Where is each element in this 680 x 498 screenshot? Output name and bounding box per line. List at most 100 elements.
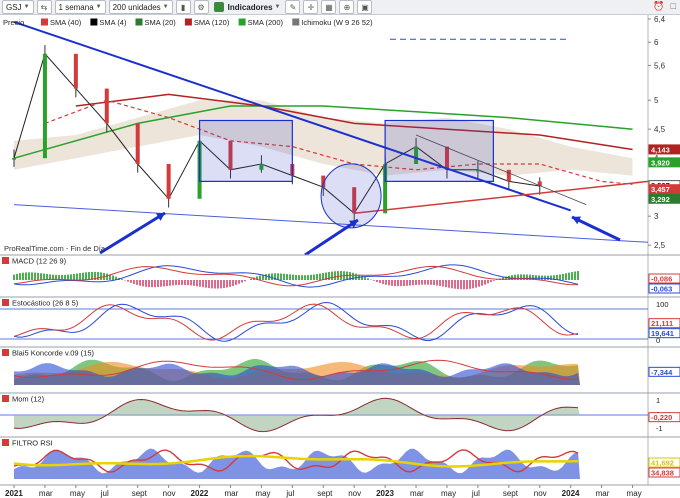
x-tick-label: 2022 [191, 489, 209, 498]
x-tick-label: sept [132, 489, 148, 498]
value-tag-label: 3,292 [651, 195, 670, 204]
symbol-label: GSJ [6, 2, 22, 12]
panel-title: FILTRO RSI [12, 439, 53, 448]
panel-icon [2, 257, 9, 264]
panel-bg [0, 297, 680, 347]
alarm-icon[interactable]: ⏰ [653, 1, 664, 12]
legend-item: SMA (4) [99, 18, 127, 27]
panel-value-label: -0,086 [651, 275, 672, 284]
chevron-down-icon: ▼ [23, 4, 30, 10]
legend-swatch [238, 18, 246, 26]
panel-title: MACD (12 26 9) [12, 257, 67, 266]
panel-icon [2, 395, 9, 402]
panel-value-label: -0,220 [651, 413, 672, 422]
momentum-panel: 10-1Mom (12)-0,220 [0, 392, 680, 437]
maximize-icon[interactable]: □ [671, 1, 676, 12]
candle-body [42, 53, 47, 159]
mom-tick-label: 1 [656, 396, 660, 405]
stoch-tick-label: 100 [656, 300, 669, 309]
x-tick-label: mar [596, 489, 610, 498]
chart-area[interactable]: 6,465,654,543,532,5PrecioSMA (40)SMA (4)… [0, 15, 680, 498]
candle-body [104, 88, 109, 124]
crosshair-icon[interactable]: ✛ [303, 0, 319, 14]
panel-title: Mom (12) [12, 395, 45, 404]
x-tick-label: nov [348, 489, 361, 498]
indicators-button[interactable]: Indicadores ▼ [212, 1, 283, 13]
zoom-icon[interactable]: ⊕ [339, 0, 355, 14]
legend-swatch [90, 18, 98, 26]
value-tag-label: 3,457 [651, 185, 670, 194]
panel-icon [2, 349, 9, 356]
x-tick-label: may [627, 489, 642, 498]
legend-swatch [41, 18, 48, 26]
toolbar: GSJ ▼ ⇆ 1 semana ▼ 200 unidades ▼ ▮ ⚙ Indic… [0, 0, 680, 15]
settings-icon[interactable]: ⚙ [193, 0, 209, 14]
legend-swatch [292, 18, 300, 26]
legend-swatch [135, 18, 143, 26]
x-tick-label: may [70, 489, 85, 498]
x-tick-label: 2023 [376, 489, 394, 498]
x-tick-label: mar [224, 489, 238, 498]
panel-value-label: 19,641 [651, 329, 674, 338]
stochastic-panel: 100500Estocástico (26 8 5)21,11119,641 [0, 296, 680, 347]
watermark: ProRealTime.com - Fin de Día [4, 244, 106, 253]
x-tick-label: jul [471, 489, 480, 498]
units-label: 200 unidades [112, 2, 161, 12]
panel-value-label: 41,692 [651, 459, 674, 468]
panel-value-label: -0,063 [651, 285, 672, 294]
x-tick-label: nov [534, 489, 547, 498]
x-tick-label: 2021 [5, 489, 23, 498]
x-tick-label: sept [317, 489, 333, 498]
candlestick-icon[interactable]: ▮ [175, 0, 191, 14]
x-tick-label: nov [163, 489, 176, 498]
y-tick-label: 5 [654, 96, 659, 105]
y-tick-label: 5,6 [654, 61, 666, 70]
compare-icon[interactable]: ⇆ [36, 0, 52, 14]
value-tag-label: 4,143 [651, 145, 670, 154]
value-tag-label: 3,920 [651, 158, 670, 167]
legend-item: SMA (40) [50, 18, 82, 27]
timeframe-select[interactable]: 1 semana ▼ [54, 0, 106, 14]
panel-value-label: -7,344 [651, 368, 673, 377]
bottom-circle [320, 163, 382, 229]
chevron-down-icon: ▼ [95, 4, 102, 10]
candle-body [135, 123, 140, 164]
rsi-filter-panel: FILTRO RSI 41,69234,838 [0, 436, 680, 485]
candle-body [12, 158, 16, 160]
panel-value-label: 21,111 [651, 319, 673, 328]
timeframe-label: 1 semana [58, 2, 94, 12]
y-tick-label: 2,5 [654, 241, 666, 250]
x-tick-label: may [255, 489, 270, 498]
x-tick-label: mar [39, 489, 53, 498]
legend-item: SMA (120) [194, 18, 230, 27]
koncorde-panel: Blai5 Koncorde v.09 (15) -7,344 [0, 346, 680, 393]
x-tick-label: sept [503, 489, 519, 498]
legend-price: Precio [3, 18, 24, 27]
units-select[interactable]: 200 unidades ▼ [108, 0, 173, 14]
candle-body [506, 169, 511, 182]
indicators-label: Indicadores [227, 2, 273, 12]
layout-icon[interactable]: ▦ [321, 0, 337, 14]
price-panel: 6,465,654,543,532,5PrecioSMA (40)SMA (4)… [0, 15, 680, 257]
chevron-down-icon: ▼ [274, 4, 281, 10]
x-tick-label: may [441, 489, 456, 498]
panel-value-label: 34,838 [651, 469, 674, 478]
legend-swatch [184, 18, 192, 26]
panel-icon [2, 299, 9, 306]
x-tick-label: jul [100, 489, 109, 498]
y-tick-label: 6,4 [654, 15, 666, 24]
y-tick-label: 4,5 [654, 125, 666, 134]
consolidation-box [198, 119, 293, 183]
legend-item: SMA (20) [145, 18, 177, 27]
camera-icon[interactable]: ▣ [357, 0, 373, 14]
panel-icon [2, 439, 9, 446]
draw-icon[interactable]: ✎ [285, 0, 301, 14]
indicators-icon [213, 2, 224, 12]
legend-item: SMA (200) [248, 18, 284, 27]
symbol-select[interactable]: GSJ ▼ [2, 0, 34, 14]
mom-tick-label: -1 [656, 424, 663, 433]
panel-title: Blai5 Koncorde v.09 (15) [12, 349, 94, 358]
panel-title: Estocástico (26 8 5) [12, 299, 79, 308]
consolidation-box [384, 119, 494, 183]
x-tick-label: jul [285, 489, 294, 498]
